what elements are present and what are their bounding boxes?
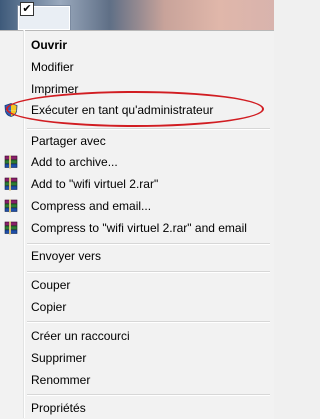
menu-item-label: Compress to "wifi virtuel 2.rar" and ema… [31,221,247,235]
menu-item-label: Add to archive... [31,155,118,169]
menu-separator [27,243,270,245]
menu-item-send-to[interactable]: Envoyer vers [0,246,274,266]
menu-item-label: Propriétés [31,401,86,415]
menu-item-copy[interactable]: Copier [0,297,274,317]
menu-item-add-to-rar[interactable]: Add to "wifi virtuel 2.rar" [0,174,274,194]
menu-item-compress-rar-email[interactable]: Compress to "wifi virtuel 2.rar" and ema… [0,218,274,238]
menu-item-edit[interactable]: Modifier [0,57,274,77]
menu-item-add-to-archive[interactable]: Add to archive... [0,152,274,172]
selection-checkbox[interactable]: ✔ [20,2,34,16]
winrar-books-icon [4,177,18,191]
winrar-books-icon [4,199,18,213]
menu-item-label: Modifier [31,60,74,74]
menu-item-label: Renommer [31,373,91,387]
menu-separator [27,394,270,396]
menu-item-delete[interactable]: Supprimer [0,348,274,368]
menu-item-rename[interactable]: Renommer [0,370,274,390]
menu-item-label: Supprimer [31,351,87,365]
highlight-ellipse-annotation [6,91,264,127]
menu-item-share-with[interactable]: Partager avec [0,131,274,151]
menu-item-cut[interactable]: Couper [0,275,274,295]
menu-item-label: Ouvrir [31,38,68,52]
menu-separator [27,271,270,273]
menu-item-label: Partager avec [31,134,106,148]
menu-separator [27,321,270,323]
menu-item-label: Couper [31,278,71,292]
winrar-books-icon [4,155,18,169]
menu-item-label: Add to "wifi virtuel 2.rar" [31,177,159,191]
menu-item-label: Copier [31,300,67,314]
menu-item-open[interactable]: Ouvrir [0,35,274,55]
menu-separator [27,128,270,130]
desktop-background-strip: ✔ [0,0,274,30]
menu-item-properties[interactable]: Propriétés [0,398,274,418]
menu-item-compress-email[interactable]: Compress and email... [0,196,274,216]
menu-item-label: Compress and email... [31,199,152,213]
menu-item-label: Envoyer vers [31,249,102,263]
menu-item-label: Créer un raccourci [31,329,130,343]
winrar-books-icon [4,221,18,235]
menu-item-create-shortcut[interactable]: Créer un raccourci [0,326,274,346]
